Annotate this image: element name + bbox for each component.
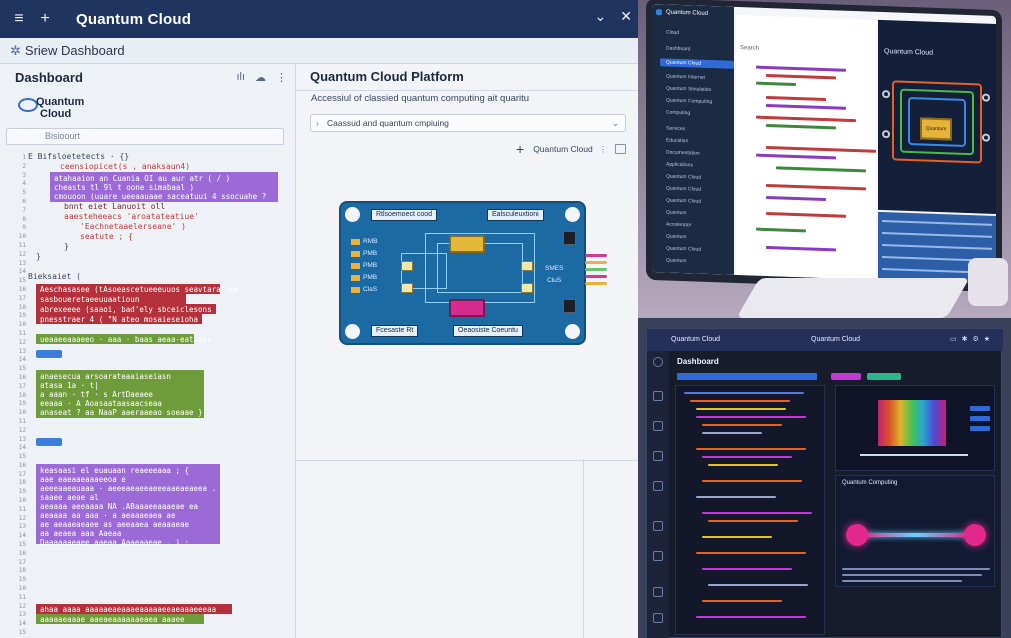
platform-actions: + Quantum Cloud ⋮ [516,141,627,157]
quantum-computing-panel: Quantum Computing [835,475,995,587]
code-line: Bieksaiet ( [28,272,81,281]
line-numbers: 1 2 3 4 5 6 7 8 9 10 11 12 13 14 15 16 17 18 19 10 11 12 13 14 1… [18,154,26,637]
close-icon[interactable]: ✕ [620,8,632,25]
monitor-photo: Quantum Cloud Cloud Dashboard Quantum Cl… [638,0,1011,318]
more-icon[interactable]: ⋮ [599,144,608,155]
dark-code-editor [675,385,825,635]
logo-icon [653,357,663,367]
add-icon[interactable]: + [516,141,524,157]
highlight-block-purple: atahaaion an Cuania OI au aur atr ( / ) … [50,172,278,202]
monitor: Quantum Cloud Cloud Dashboard Quantum Cl… [646,0,1002,293]
search-input[interactable]: Bisioourt [6,128,284,145]
platform-title: Quantum Cloud Platform [310,69,464,84]
dark-heading: Dashboard [677,357,719,366]
dashboard-subbar: ✲ Sriew Dashboard [0,38,638,64]
platform-panel: Quantum Cloud Platform Accessiul of clas… [296,64,638,638]
window-controls-icon[interactable]: ▭✱⚙★ [950,335,995,343]
quantum-cloud-app: ≡ + Quantum Cloud ⌄ ✕ ✲ Sriew Dashboard … [0,0,638,638]
memory-chip [449,299,485,317]
processor-chip [449,235,485,253]
add-icon[interactable]: + [34,8,56,30]
logo-orbit-icon [18,98,38,112]
platform-select[interactable]: › Caassud and quantum cmpiuing ⌄ [310,114,626,132]
dashboard-heading: Dashboard [15,70,83,85]
status-tag[interactable] [36,350,62,358]
highlight-block-green: ueaaeeaaaeeo · aaa · baas aeaa-eat oss [36,334,212,344]
board-label: Ealsculeuxtioni [487,209,544,221]
highlight-block-red: Aeschasasee (tAsoeascetueeeuuos seavtara… [36,284,239,294]
platform-subtitle: Accessiul of classied quantum computing … [311,93,530,104]
board-label: Fcesaste Rt [371,325,419,337]
spectrum-graph [835,385,995,471]
action-label[interactable]: Quantum Cloud [533,144,593,154]
chevron-down-icon: ⌄ [611,118,619,128]
dark-title-bar: Quantum Cloud Quantum Cloud ▭✱⚙★ [647,329,1003,351]
dark-dashboard: Quantum Cloud Quantum Cloud ▭✱⚙★ Dashboa… [646,328,1003,638]
hamburger-menu-icon[interactable]: ≡ [8,8,30,30]
photo-sidebar: Quantum Cloud Cloud Dashboard Quantum Cl… [652,3,734,275]
subbar-title: Sriew Dashboard [24,43,125,58]
more-icon[interactable]: ⋮ [276,71,287,84]
code-line: E Bifsloetetects · {} [28,152,130,161]
quantum-circuit-board: Rtlsoemoect cood Ealsculeuxtioni Fcesast… [339,201,586,345]
code-line: ceensiopicet(s , anaksaun4) [60,162,191,171]
highlight-block-purple: keasaasi el euauaan reaeeeaaa ; { aae ea… [36,464,220,547]
photo-circuit-diagram: Quantum Cloud Quantum [878,19,996,215]
dashboard-panel: Dashboard ılı ☁ ⋮ Quantum Cloud Bisioour… [0,64,296,638]
minimize-icon[interactable]: ⌄ [595,8,607,25]
folder-icon[interactable] [615,144,627,154]
app-title: Quantum Cloud [76,10,192,28]
chevron-left-icon: › [316,118,319,128]
keyboard [736,278,970,318]
cloud-icon[interactable]: ☁ [255,71,266,84]
highlight-block-green: aaaaaeaaae aaeaeaaaaaaeaea aaaee [36,614,204,624]
title-bar: ≡ + Quantum Cloud ⌄ ✕ [0,0,638,38]
dark-sidebar [647,351,669,638]
mug [968,258,1008,306]
status-tag[interactable] [36,438,62,446]
board-label: Oeaosiste Coeuntu [453,325,523,337]
highlight-block-green: anaesecua arsoarateaaiaseiasn atasa 1a ·… [36,370,204,418]
code-editor: 1 2 3 4 5 6 7 8 9 10 11 12 13 14 15 16 17 18 19 10 11 12 13 14 1… [0,152,296,638]
composite-screenshot: ≡ + Quantum Cloud ⌄ ✕ ✲ Sriew Dashboard … [0,0,1011,638]
dark-dashboard-photo: Quantum Cloud Quantum Cloud ▭✱⚙★ Dashboa… [638,318,1011,638]
gear-icon[interactable]: ✲ [10,43,21,59]
board-label: Rtlsoemoect cood [371,209,438,221]
photo-code-editor: Search [736,14,876,280]
quantum-cloud-logo: Quantum Cloud [18,96,98,122]
bar-chart-icon[interactable]: ılı [236,71,245,84]
highlight-block-red: ahaa aaaa aaaaaeaeaaaeaaaaaeeaeaaaeeeaa [36,604,232,614]
